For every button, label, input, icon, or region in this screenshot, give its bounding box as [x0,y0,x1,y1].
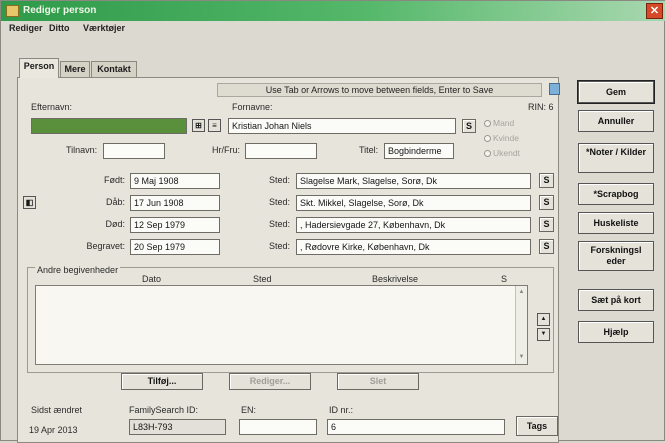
column-place[interactable]: Sted [253,274,272,284]
menu-vaerktojer[interactable]: Værktøjer [83,23,125,33]
burial-place-field[interactable]: , Rødovre Kirke, København, Dk [296,239,531,255]
gender-unknown-label: Ukendt [493,148,520,158]
app-icon [6,5,19,17]
events-scrollbar[interactable]: ▲ ▼ [515,286,527,364]
gender-female-label: Kvinde [493,133,519,143]
scroll-down-icon[interactable]: ▼ [517,353,526,362]
burial-label: Begravet: [86,241,125,251]
birth-place-field[interactable]: Slagelse Mark, Slagelse, Sorø, Dk [296,173,531,189]
given-names-source-button[interactable]: S [462,119,476,133]
prefix-label: Hr/Fru: [212,145,240,155]
surname-field[interactable]: Nielsen [31,118,187,134]
birth-date-field[interactable]: 9 Maj 1908 [130,173,220,189]
death-date-field[interactable]: 12 Sep 1979 [130,217,220,233]
familysearch-id-field[interactable]: L83H-793 [129,419,226,435]
birth-place-label: Sted: [269,175,291,185]
scroll-up-icon[interactable]: ▲ [517,288,526,297]
edit-person-window: Rediger person ✕ Rediger Ditto Værktøjer… [0,0,665,443]
title-bar: Rediger person ✕ [1,1,665,21]
en-label: EN: [241,405,257,415]
en-field[interactable] [239,419,317,435]
move-event-up-button[interactable]: ▲ [537,313,550,326]
familysearch-id-label: FamilySearch ID: [129,405,199,415]
gender-female-radio[interactable]: Kvinde [484,133,519,143]
given-names-label: Fornavne: [232,102,273,112]
burial-place-label: Sted: [269,241,291,251]
surname-label: Efternavn: [31,102,73,112]
help-button[interactable]: Hjælp [578,321,654,343]
death-place-field[interactable]: , Hadersievgade 27, København, Dk [296,217,531,233]
birth-label: Født: [103,175,125,185]
research-manager-button[interactable]: Forskningsleder [578,241,654,271]
column-date[interactable]: Dato [142,274,161,284]
baptism-place-label: Sted: [269,197,291,207]
burial-date-field[interactable]: 20 Sep 1979 [130,239,220,255]
burial-source-button[interactable]: S [539,239,554,254]
death-label: Død: [105,219,125,229]
id-number-label: ID nr.: [329,405,354,415]
column-source[interactable]: S [501,274,507,284]
gender-male-label: Mand [493,118,515,128]
other-events-list[interactable]: ▲ ▼ [35,285,528,365]
menu-rediger[interactable]: Rediger [9,23,43,33]
title-label: Titel: [359,145,379,155]
birth-source-button[interactable]: S [539,173,554,188]
save-button[interactable]: Gem [577,80,655,104]
menu-ditto[interactable]: Ditto [49,23,70,33]
window-title: Rediger person [23,5,97,16]
gender-male-radio[interactable]: Mand [484,118,514,128]
swap-names-button[interactable]: ≡ [208,119,221,132]
delete-event-button[interactable]: Slet [337,373,419,390]
close-button[interactable]: ✕ [646,3,663,19]
nickname-label: Tilnavn: [66,145,98,155]
todo-list-button[interactable]: Huskeliste [578,212,654,234]
baptism-date-field[interactable]: 17 Jun 1908 [130,195,220,211]
last-changed-label: Sidst ændret [31,405,83,415]
name-tool-button[interactable]: ⊞ [192,119,205,132]
tab-kontakt[interactable]: Kontakt [91,61,137,77]
rin-label: RIN: 6 [528,102,554,112]
baptism-place-field[interactable]: Skt. Mikkel, Slagelse, Sorø, Dk [296,195,531,211]
id-number-field[interactable]: 6 [327,419,505,435]
column-description[interactable]: Beskrivelse [372,274,418,284]
more-events-button[interactable]: ◧ [23,196,36,209]
menu-bar: Rediger Ditto Værktøjer [1,22,665,37]
edit-event-button[interactable]: Rediger... [229,373,311,390]
scrapbook-button[interactable]: *Scrapbog [578,183,654,205]
tab-person[interactable]: Person [19,58,59,78]
given-names-field[interactable]: Kristian Johan Niels [228,118,456,134]
tags-button[interactable]: Tags [516,416,558,436]
place-on-map-button[interactable]: Sæt på kort [578,289,654,311]
move-event-down-button[interactable]: ▼ [537,328,550,341]
color-marker-icon[interactable] [549,83,560,95]
other-events-title: Andre begivenheder [35,265,121,275]
baptism-label: Dåb: [105,197,125,207]
last-changed-value: 19 Apr 2013 [29,425,78,435]
hint-bar: Use Tab or Arrows to move between fields… [217,83,542,97]
tab-mere[interactable]: Mere [60,61,90,77]
prefix-field[interactable] [245,143,317,159]
death-place-label: Sted: [269,219,291,229]
add-event-button[interactable]: Tilføj... [121,373,203,390]
gender-unknown-radio[interactable]: Ukendt [484,148,520,158]
nickname-field[interactable] [103,143,165,159]
cancel-button[interactable]: Annuller [578,110,654,132]
title-field[interactable]: Bogbinderme [384,143,454,159]
death-source-button[interactable]: S [539,217,554,232]
notes-sources-button[interactable]: *Noter / Kilder [578,143,654,173]
baptism-source-button[interactable]: S [539,195,554,210]
